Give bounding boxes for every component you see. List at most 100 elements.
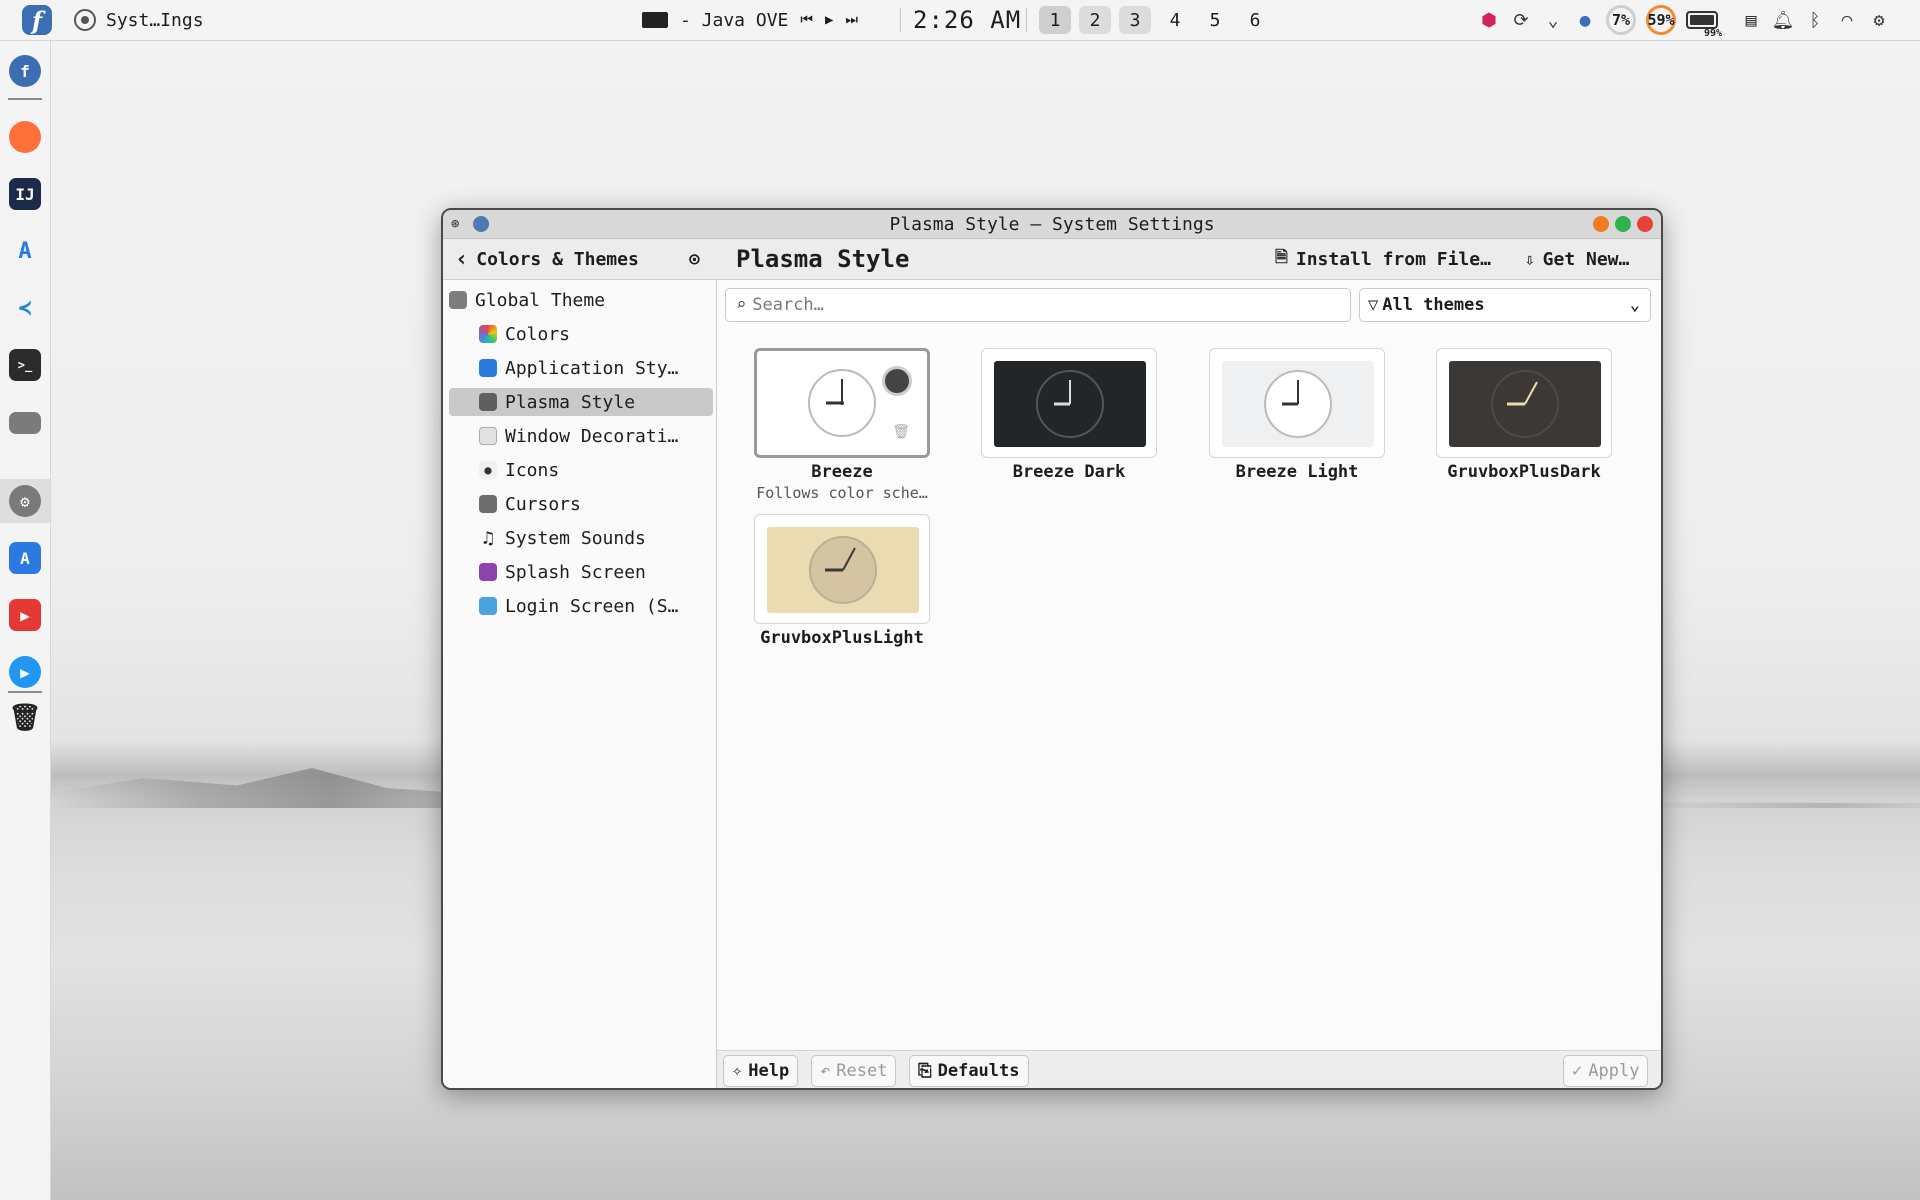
previous-track-icon[interactable]: ⏮ <box>800 12 813 28</box>
theme-card-breeze[interactable]: 🗑︎ <box>754 348 930 458</box>
firefox-icon[interactable] <box>9 121 41 153</box>
theme-filter-select[interactable]: ▽ All themes ⌄ <box>1359 288 1651 322</box>
pin-icon[interactable] <box>473 216 489 232</box>
theme-card-breeze-light[interactable] <box>1209 348 1385 458</box>
digital-clock[interactable]: 2:26 AM <box>913 0 1021 40</box>
vscode-icon[interactable]: ≺ <box>9 292 41 324</box>
minimize-button[interactable] <box>1593 216 1609 232</box>
apply-button[interactable]: ✓ Apply <box>1563 1055 1649 1087</box>
checkmark-icon: ✓ <box>1572 1061 1583 1081</box>
page-title: Plasma Style <box>736 245 910 273</box>
window-title: Plasma Style — System Settings <box>889 213 1215 235</box>
sidebar-item-label: Window Decorati… <box>505 425 679 447</box>
defaults-button[interactable]: ⎘ Defaults <box>909 1055 1029 1087</box>
taskbar-system-settings[interactable]: Syst…Ings <box>74 0 204 40</box>
sidebar-item-colors[interactable]: Colors <box>479 320 707 348</box>
trash-icon[interactable]: 🗑︎ <box>9 702 42 734</box>
app-store-icon[interactable]: A <box>9 542 41 574</box>
help-button[interactable]: ✧ Help <box>723 1055 799 1087</box>
notifications-bell-icon[interactable]: 🔔︎ <box>1772 9 1795 31</box>
terminal-icon[interactable]: >_ <box>9 349 41 381</box>
theme-card-gruvboxplusdark[interactable] <box>1436 348 1612 458</box>
sidebar-item-system-sounds[interactable]: ♫ System Sounds <box>479 524 707 552</box>
overflow-menu-icon[interactable]: ⊙ <box>689 239 700 279</box>
battery-icon[interactable]: 99% <box>1686 11 1722 39</box>
desktop-4[interactable]: 4 <box>1159 6 1191 34</box>
delete-icon[interactable]: 🗑︎ <box>892 424 910 440</box>
intellij-icon[interactable]: IJ <box>9 178 41 210</box>
settings-gear-icon[interactable]: ⚙ <box>1868 9 1890 31</box>
media-title[interactable]: - Java OVE <box>680 10 788 31</box>
sidebar-item-cursors[interactable]: Cursors <box>479 490 707 518</box>
splash-screen-icon <box>479 563 497 581</box>
close-button[interactable] <box>1637 216 1653 232</box>
help-icon: ✧ <box>732 1061 743 1081</box>
theme-preview: 🗑︎ <box>766 360 918 446</box>
clock-preview-icon <box>808 369 876 437</box>
clock-preview-icon <box>1491 370 1559 438</box>
media-controls: - Java OVE ⏮ ▶ ⏭ <box>642 0 858 40</box>
play-icon[interactable]: ▶ <box>825 12 833 28</box>
theme-options-icon[interactable] <box>882 366 912 396</box>
install-from-file-button[interactable]: 🗎︎ Install from File… <box>1275 239 1491 279</box>
file-install-icon: 🗎︎ <box>1275 246 1288 266</box>
fedora-tray-icon[interactable]: ● <box>1574 9 1596 31</box>
get-new-button[interactable]: ⇩ Get New… <box>1525 239 1629 279</box>
clock-preview-icon <box>809 536 877 604</box>
clipboard-icon[interactable]: ▤ <box>1740 9 1762 31</box>
kate-editor-icon[interactable]: A <box>9 235 41 267</box>
download-icon: ⇩ <box>1525 249 1535 269</box>
sidebar-item-application-style[interactable]: Application Sty… <box>479 354 707 382</box>
desktop-5[interactable]: 5 <box>1199 6 1231 34</box>
sidebar-item-icons[interactable]: ● Icons <box>479 456 707 484</box>
desktop-1[interactable]: 1 <box>1039 6 1071 34</box>
dock-separator <box>8 691 42 693</box>
taskbar-app-label: Syst…Ings <box>106 9 204 31</box>
sidebar-item-splash-screen[interactable]: Splash Screen <box>479 558 707 586</box>
cpu-monitor[interactable]: 7% <box>1606 5 1636 35</box>
sidebar-item-plasma-style[interactable]: Plasma Style <box>449 388 713 416</box>
sync-icon[interactable]: ⟳ <box>1510 9 1532 31</box>
reset-label: Reset <box>836 1061 888 1081</box>
media-player-icon[interactable]: ▶ <box>9 656 41 688</box>
defaults-icon: ⎘ <box>918 1061 932 1081</box>
window-titlebar[interactable]: ⊛ Plasma Style — System Settings <box>443 210 1661 239</box>
next-track-icon[interactable]: ⏭ <box>845 12 858 28</box>
desktop-2[interactable]: 2 <box>1079 6 1111 34</box>
sidebar-item-label: Plasma Style <box>505 391 636 413</box>
theme-card-breeze-dark[interactable] <box>981 348 1157 458</box>
fedora-icon[interactable]: f <box>9 55 41 87</box>
system-tray: ⬢ ⟳ ⌄ ● 7% 59% 99% ▤ 🔔︎ ᛒ ◠ ⚙ <box>1478 0 1890 40</box>
category-sidebar: Global Theme Colors Application Sty… Pla… <box>443 280 717 1088</box>
desktop-3[interactable]: 3 <box>1119 6 1151 34</box>
cube-app-icon[interactable]: ⬢ <box>1478 9 1500 31</box>
bluetooth-icon[interactable]: ᛒ <box>1804 9 1826 31</box>
wifi-icon[interactable]: ◠ <box>1836 9 1858 31</box>
sidebar-item-window-decorations[interactable]: Window Decorati… <box>479 422 707 450</box>
chevron-down-icon: ⌄ <box>1629 295 1640 315</box>
chevron-left-icon: ‹ <box>455 246 469 272</box>
sidebar-item-label: Splash Screen <box>505 561 646 583</box>
plasma-style-icon <box>479 393 497 411</box>
dock-separator <box>8 98 42 100</box>
desktop-6[interactable]: 6 <box>1239 6 1271 34</box>
files-folder-icon[interactable] <box>9 412 41 434</box>
memory-monitor[interactable]: 59% <box>1646 5 1676 35</box>
system-settings-icon[interactable]: ⚙ <box>9 485 41 517</box>
theme-preview <box>994 361 1146 447</box>
theme-card-gruvboxpluslight[interactable] <box>754 514 930 624</box>
sidebar-item-global-theme[interactable]: Global Theme <box>449 286 707 314</box>
sidebar-item-login-screen[interactable]: Login Screen (S… <box>479 592 707 620</box>
youtube-icon[interactable]: ▶ <box>9 599 41 631</box>
maximize-button[interactable] <box>1615 216 1631 232</box>
music-note-icon: ♫ <box>482 527 494 549</box>
window-menu-icon[interactable]: ⊛ <box>451 216 459 232</box>
theme-content: ⌕ Search… ▽ All themes ⌄ 🗑︎ Breeze Follo… <box>717 280 1661 1088</box>
sidebar-item-label: System Sounds <box>505 527 646 549</box>
reset-button[interactable]: ↶ Reset <box>811 1055 897 1087</box>
fedora-launcher-icon[interactable]: f <box>22 5 52 35</box>
back-button[interactable]: ‹ Colors & Themes <box>455 239 639 279</box>
chevron-down-icon[interactable]: ⌄ <box>1542 9 1564 31</box>
apply-label: Apply <box>1588 1061 1640 1081</box>
search-input[interactable]: ⌕ Search… <box>725 288 1351 322</box>
